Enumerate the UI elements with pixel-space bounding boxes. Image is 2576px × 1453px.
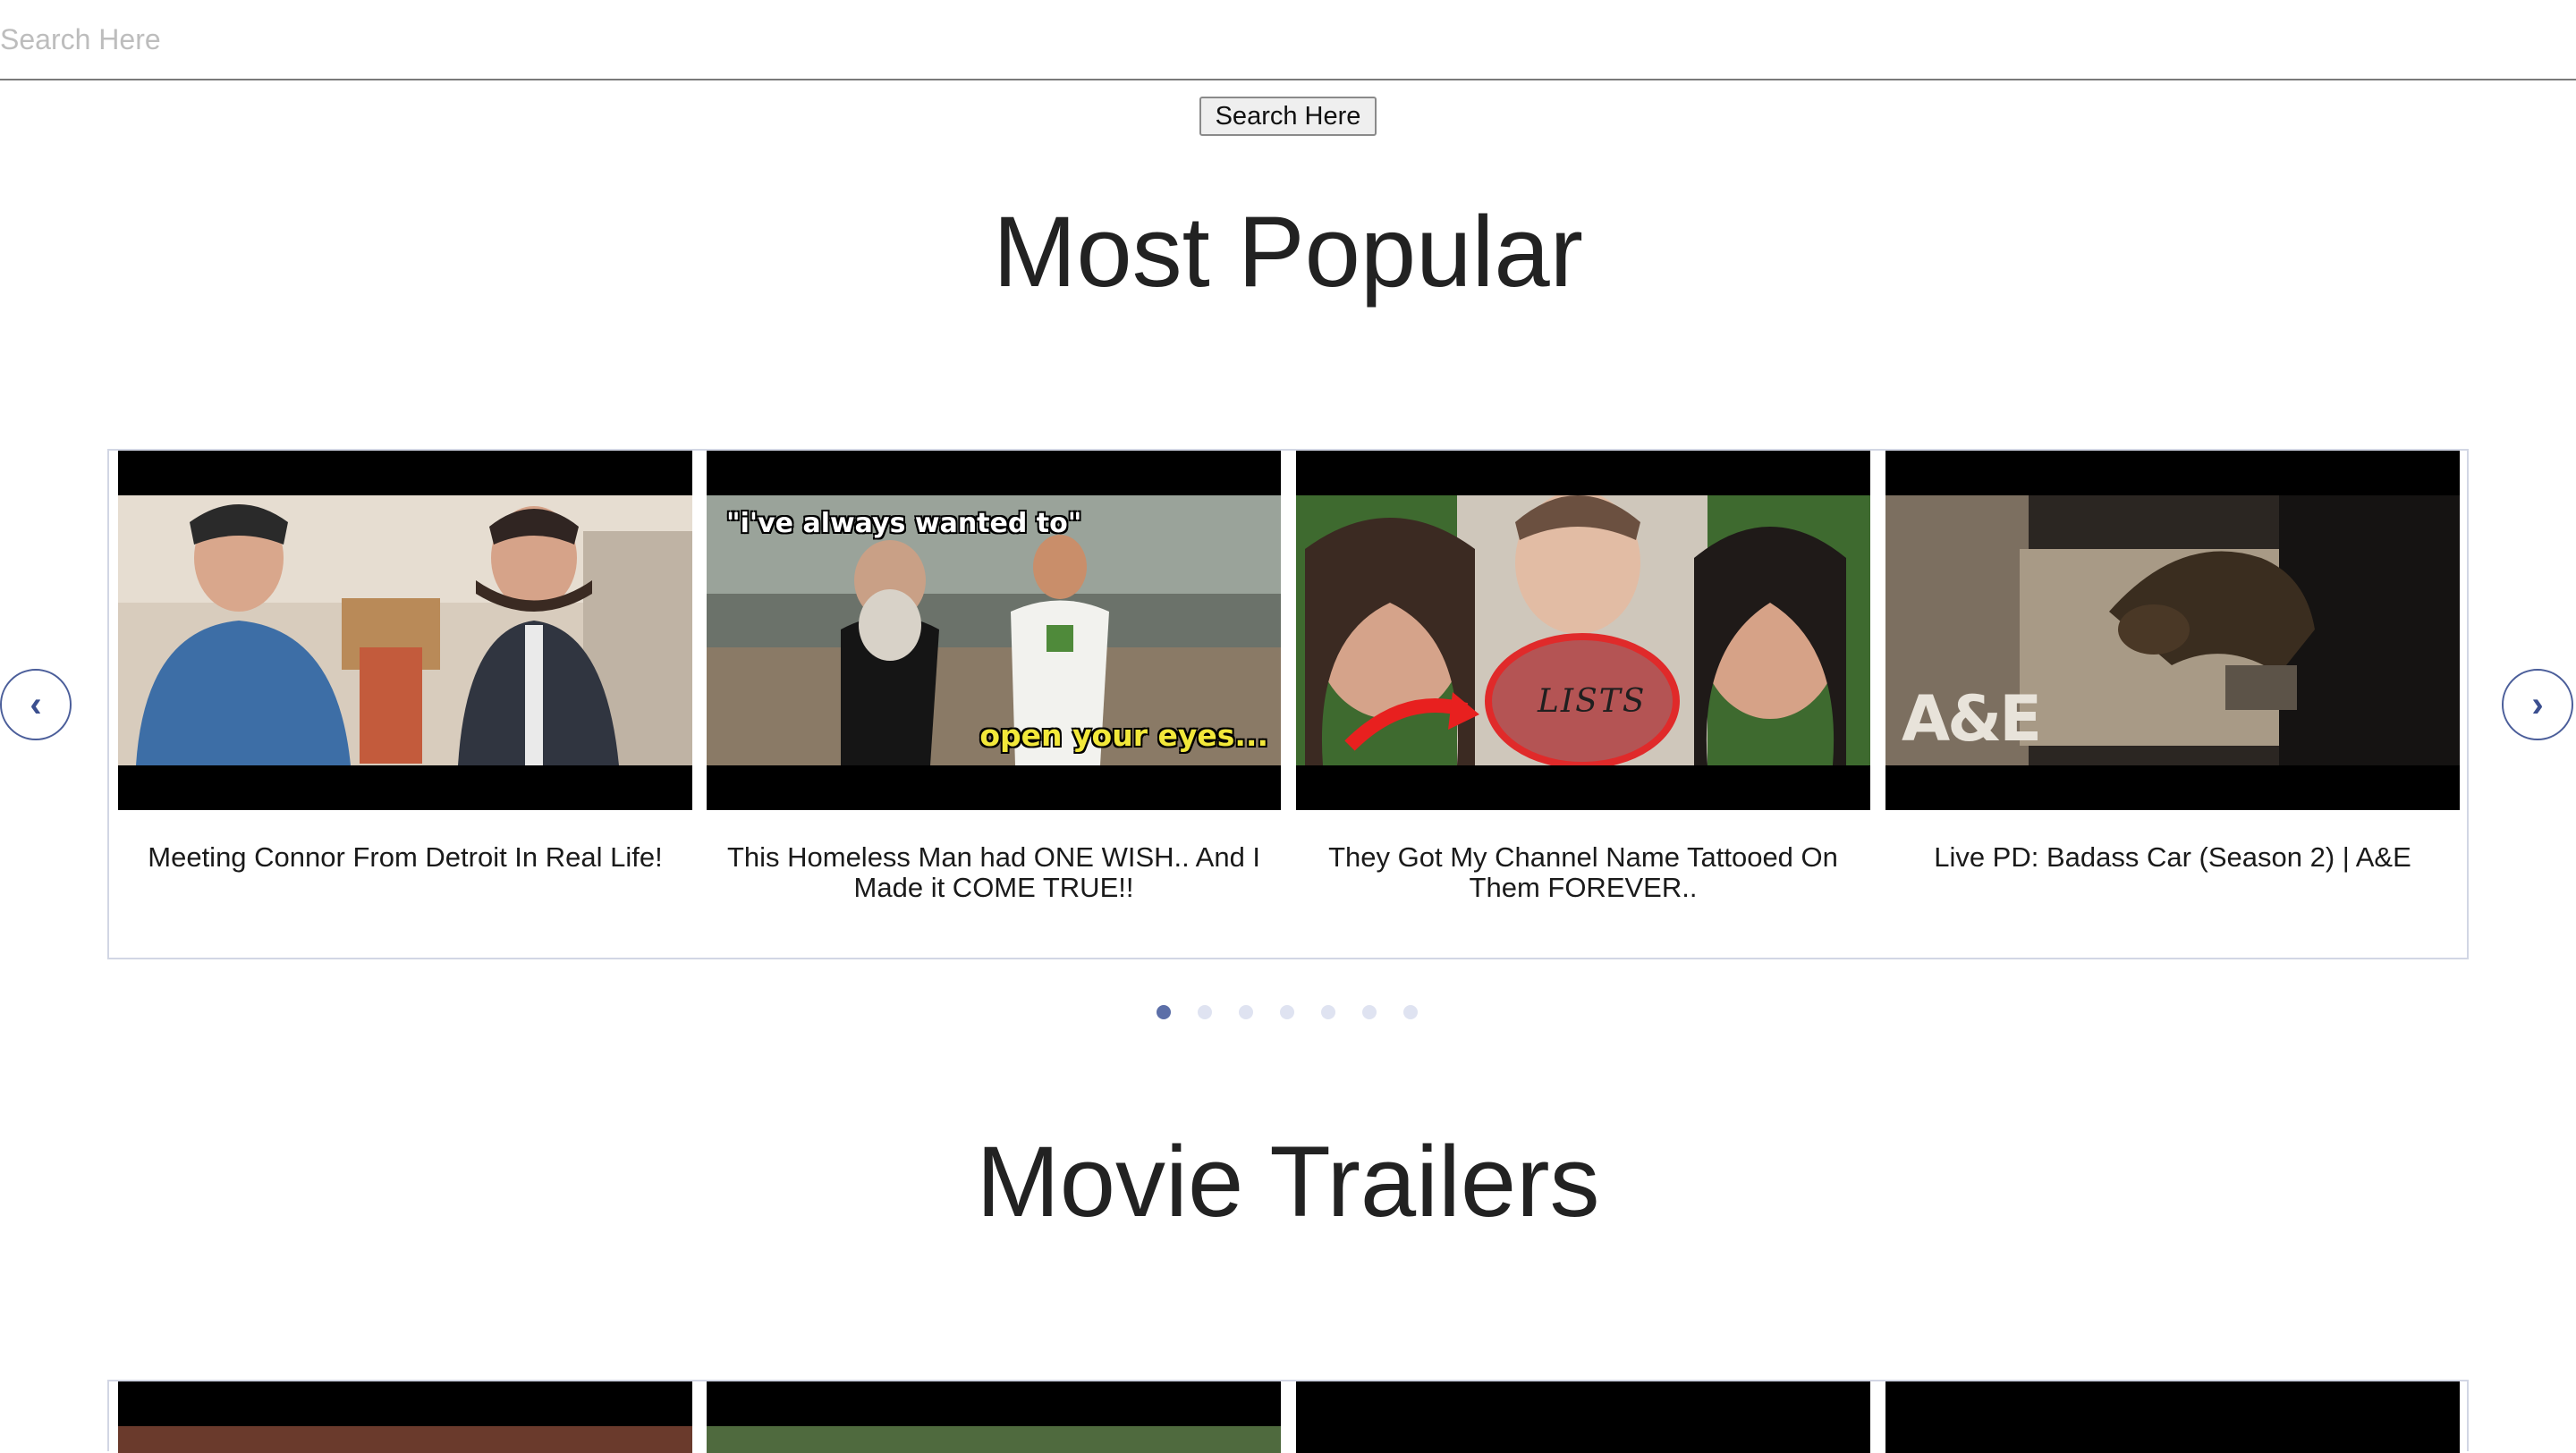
- video-thumbnail[interactable]: [118, 451, 692, 810]
- video-title[interactable]: Meeting Connor From Detroit In Real Life…: [118, 842, 692, 873]
- video-thumbnail[interactable]: "i've always wanted to" open your eyes..…: [707, 451, 1281, 810]
- pagination-dot[interactable]: [1157, 1005, 1171, 1019]
- video-thumbnail[interactable]: [707, 1381, 1281, 1453]
- video-thumbnail[interactable]: A&E: [1885, 451, 2460, 810]
- video-thumbnail[interactable]: [1885, 1381, 2460, 1453]
- video-card[interactable]: Meeting Connor From Detroit In Real Life…: [118, 451, 692, 873]
- movie-trailers-heading: Movie Trailers: [976, 1126, 1600, 1238]
- search-button[interactable]: Search Here: [1199, 97, 1377, 136]
- video-card[interactable]: [707, 1381, 1281, 1453]
- chevron-left-icon: ‹: [30, 684, 42, 724]
- video-card[interactable]: [1885, 1381, 2460, 1453]
- pagination-dot[interactable]: [1362, 1005, 1377, 1019]
- pagination-dot[interactable]: [1321, 1005, 1335, 1019]
- video-card[interactable]: LISTS They Got My Channel Name Tattooed …: [1296, 451, 1870, 903]
- search-input[interactable]: [0, 0, 2576, 80]
- pagination-dot[interactable]: [1280, 1005, 1294, 1019]
- carousel-next-button[interactable]: ›: [2502, 669, 2573, 740]
- carousel-prev-button[interactable]: ‹: [0, 669, 72, 740]
- pagination-dot[interactable]: [1198, 1005, 1212, 1019]
- video-title[interactable]: This Homeless Man had ONE WISH.. And I M…: [707, 842, 1281, 903]
- thumbnail-caption-top: "i've always wanted to": [726, 508, 1082, 539]
- video-title[interactable]: Live PD: Badass Car (Season 2) | A&E: [1885, 842, 2460, 873]
- video-thumbnail[interactable]: LISTS: [1296, 451, 1870, 810]
- movie-trailers-carousel: [107, 1380, 2469, 1453]
- pagination-dot[interactable]: [1403, 1005, 1418, 1019]
- most-popular-carousel: Meeting Connor From Detroit In Real Life…: [107, 449, 2469, 959]
- video-card[interactable]: "i've always wanted to" open your eyes..…: [707, 451, 1281, 903]
- video-card[interactable]: A&E Live PD: Badass Car (Season 2) | A&E: [1885, 451, 2460, 873]
- network-logo: A&E: [1902, 682, 2042, 756]
- thumbnail-image: [1296, 495, 1870, 765]
- most-popular-heading: Most Popular: [993, 196, 1583, 308]
- video-title[interactable]: They Got My Channel Name Tattooed On The…: [1296, 842, 1870, 903]
- pagination-dot[interactable]: [1239, 1005, 1253, 1019]
- video-thumbnail[interactable]: [1296, 1381, 1870, 1453]
- thumbnail-logo: LISTS: [1538, 683, 1647, 720]
- video-card[interactable]: [1296, 1381, 1870, 1453]
- video-card[interactable]: [118, 1381, 692, 1453]
- chevron-right-icon: ›: [2531, 684, 2544, 724]
- thumbnail-image: [118, 495, 692, 765]
- video-thumbnail[interactable]: [118, 1381, 692, 1453]
- thumbnail-caption-bottom: open your eyes...: [979, 718, 1268, 753]
